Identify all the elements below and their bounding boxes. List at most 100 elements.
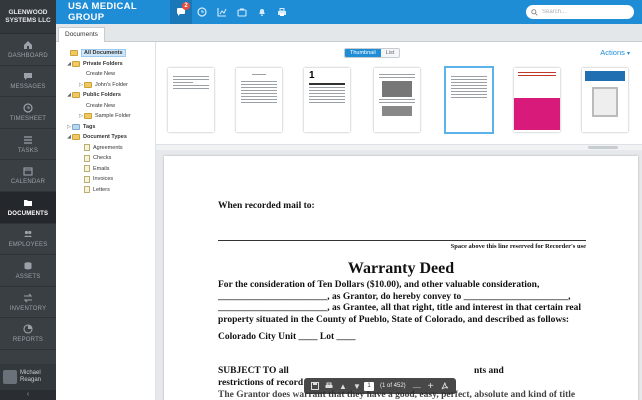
sidebar-item-timesheet[interactable]: TIMESHEET: [0, 97, 56, 129]
list-view-button[interactable]: List: [380, 49, 400, 57]
folder-icon: [24, 199, 32, 206]
consideration-paragraph: For the consideration of Ten Dollars ($1…: [218, 280, 588, 326]
document-icon: [84, 165, 90, 173]
tree-create-new-public[interactable]: Create New: [56, 101, 155, 112]
printer-icon: [325, 382, 333, 388]
thumbnail-strip: 1: [156, 64, 642, 142]
arrow-down-icon: ▼: [353, 381, 361, 391]
open-pdf-button[interactable]: [438, 379, 452, 393]
tree-label: All Documents: [81, 49, 126, 58]
document-thumbnail[interactable]: [168, 68, 214, 132]
sidebar-item-label: TIMESHEET: [9, 115, 47, 122]
sidebar-item-documents[interactable]: DOCUMENTS: [0, 191, 56, 224]
messages-button[interactable]: 2: [170, 0, 192, 24]
calendar-icon: [23, 167, 33, 176]
tree-public-folders[interactable]: ◢ Public Folders: [56, 90, 155, 101]
tree-label: Public Folders: [83, 92, 121, 99]
tree-label: Create New: [86, 102, 116, 109]
tree-label: Document Types: [83, 134, 127, 141]
folder-icon: [84, 81, 92, 88]
sidebar-item-calendar[interactable]: CALENDAR: [0, 160, 56, 192]
print-button[interactable]: [322, 379, 336, 393]
tree-all-documents[interactable]: All Documents: [56, 48, 155, 59]
swap-icon: [23, 293, 33, 302]
people-icon: [24, 231, 32, 238]
document-thumbnail[interactable]: [374, 68, 420, 132]
tree-label: Private Folders: [83, 60, 123, 67]
document-icon: [84, 186, 90, 194]
tag-icon: [72, 123, 80, 130]
tree-type-checks[interactable]: Checks: [56, 153, 155, 164]
recorded-mail-to: When recorded mail to:: [218, 201, 315, 211]
scrollbar-thumb[interactable]: [588, 146, 618, 149]
document-thumbnail[interactable]: [514, 68, 560, 132]
zoom-in-button[interactable]: +: [424, 379, 438, 393]
tree-label: Create New: [86, 71, 116, 78]
folder-icon: [72, 134, 80, 141]
paragraph-line: restrictions of record: [218, 377, 304, 388]
tree-tags[interactable]: ▷ Tags: [56, 122, 155, 133]
document-title: Warranty Deed: [347, 260, 455, 277]
tree-document-types[interactable]: ◢ Document Types: [56, 132, 155, 143]
arrow-up-icon: ▲: [339, 381, 347, 391]
home-icon: [24, 40, 32, 49]
page-number-input[interactable]: 1: [364, 381, 374, 391]
document-thumbnail-selected[interactable]: [444, 66, 494, 134]
print-button[interactable]: [272, 0, 292, 24]
folder-icon: [84, 113, 92, 120]
user-profile[interactable]: Michael Reagan: [0, 364, 56, 390]
tree-type-invoices[interactable]: Invoices: [56, 174, 155, 185]
tree-type-letters[interactable]: Letters: [56, 185, 155, 196]
clock-button[interactable]: [192, 0, 212, 24]
previous-page-button[interactable]: ▲: [336, 379, 350, 393]
sidebar-item-label: INVENTORY: [9, 305, 47, 312]
avatar: [3, 370, 17, 384]
tree-type-agreements[interactable]: Agreements: [56, 143, 155, 154]
thumbnail-text: 1: [309, 70, 315, 81]
next-page-button[interactable]: ▼: [350, 379, 364, 393]
thumbnail-view-button[interactable]: Thumbnail: [345, 49, 381, 57]
tree-sample-folder[interactable]: ▷ Sample Folder: [56, 111, 155, 122]
document-thumbnail[interactable]: [582, 68, 628, 132]
plus-icon: +: [427, 380, 434, 392]
actions-menu[interactable]: Actions ▾: [600, 48, 630, 57]
tree-private-folders[interactable]: ◢ Private Folders: [56, 59, 155, 70]
sidebar-item-label: ASSETS: [15, 273, 41, 280]
sidebar-item-employees[interactable]: EMPLOYEES: [0, 224, 56, 256]
sidebar-item-inventory[interactable]: INVENTORY: [0, 287, 56, 319]
paragraph-line: _______________________, as Grantor, do …: [218, 291, 571, 302]
zoom-out-button[interactable]: —: [410, 379, 424, 393]
tree-label: John's Folder: [95, 81, 128, 88]
tab-documents[interactable]: Documents: [58, 27, 105, 42]
tree-create-new-private[interactable]: Create New: [56, 69, 155, 80]
document-thumbnail[interactable]: [236, 68, 282, 132]
sidebar-item-dashboard[interactable]: DASHBOARD: [0, 34, 56, 66]
sidebar-item-reports[interactable]: REPORTS: [0, 318, 56, 350]
briefcase-button[interactable]: [232, 0, 252, 24]
tree-johns-folder[interactable]: ▷ John's Folder: [56, 80, 155, 91]
city-unit-lot: Colorado City Unit ____ Lot ____: [218, 332, 356, 342]
sidebar-item-assets[interactable]: ASSETS: [0, 255, 56, 287]
tree-type-emails[interactable]: Emails: [56, 164, 155, 175]
folder-icon: [72, 92, 80, 99]
chevron-left-icon: ‹: [26, 391, 30, 398]
chart-button[interactable]: [212, 0, 232, 24]
document-icon: [84, 175, 90, 183]
database-icon: [24, 262, 32, 270]
search-input[interactable]: [542, 9, 627, 15]
user-first-name: Michael: [20, 370, 41, 376]
chart-icon: [23, 324, 33, 334]
document-icon: [84, 154, 90, 162]
bell-button[interactable]: [252, 0, 272, 24]
sidebar-item-label: MESSAGES: [10, 84, 46, 91]
collapse-sidebar-button[interactable]: ‹: [0, 390, 56, 400]
sidebar-item-messages[interactable]: MESSAGES: [0, 66, 56, 98]
tree-label: Emails: [93, 165, 110, 172]
pdf-toolbar: ▲ ▼ 1 (1 of 452) — +: [304, 378, 456, 394]
chart-icon: [217, 8, 227, 17]
document-thumbnail[interactable]: 1: [304, 68, 350, 132]
chevron-down-icon: ▾: [626, 51, 630, 57]
sidebar-item-tasks[interactable]: TASKS: [0, 129, 56, 161]
divider: [218, 240, 586, 241]
save-button[interactable]: [308, 379, 322, 393]
